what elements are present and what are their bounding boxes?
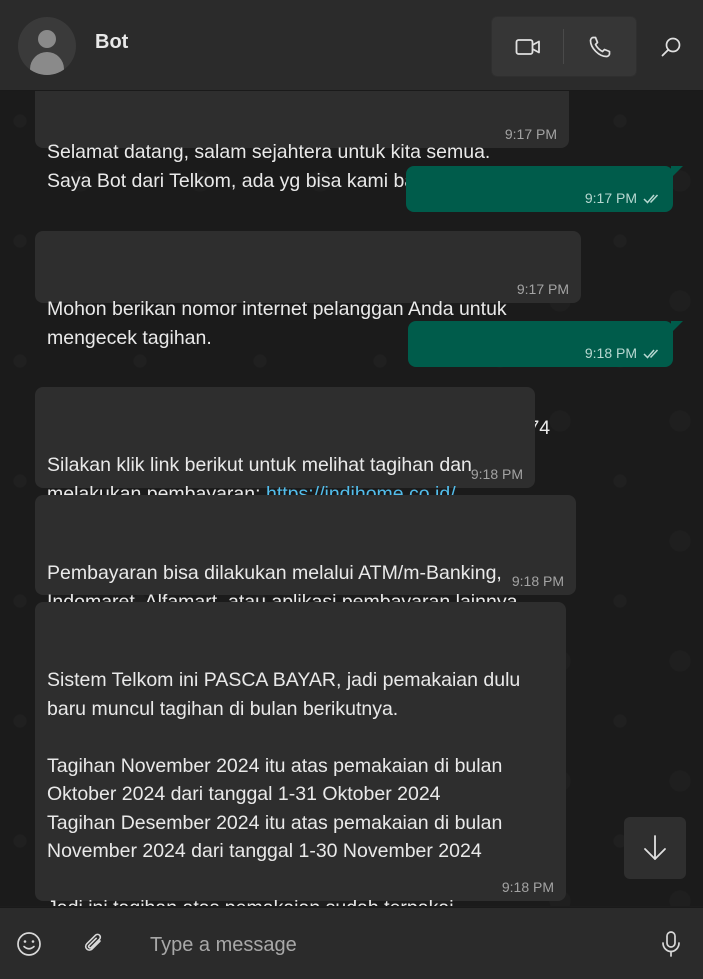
message-meta: 9:17 PM (505, 126, 557, 142)
message-bubble-incoming[interactable]: Selamat datang, salam sejahtera untuk ki… (35, 91, 569, 192)
message-bubble-incoming[interactable]: Pembayaran bisa dilakukan melalui ATM/m-… (35, 495, 576, 641)
bubble-tail (671, 166, 683, 178)
voice-message-button[interactable] (652, 925, 690, 963)
message-time: 9:17 PM (504, 126, 557, 142)
message-meta: 9:18 PM (512, 573, 564, 589)
double-check-icon (643, 348, 659, 359)
emoji-icon (17, 932, 41, 956)
message-time: 9:18 PM (511, 573, 564, 589)
message-list[interactable]: Selamat datang, salam sejahtera untuk ki… (0, 91, 703, 906)
avatar[interactable] (18, 17, 76, 75)
message-meta: 9:17 PM (517, 281, 569, 297)
search-button[interactable] (652, 28, 690, 66)
video-camera-icon (515, 38, 540, 55)
double-check-icon (643, 193, 659, 204)
chat-window: Bot Selamat datang, salam sejahtera untu… (0, 0, 703, 979)
message-bubble-outgoing[interactable]: mau bayar min 9:17 PM (406, 166, 683, 284)
avatar-head-shape (38, 30, 56, 48)
emoji-button[interactable] (10, 925, 48, 963)
message-bubble-incoming[interactable]: Mohon berikan nomor internet pelanggan A… (35, 231, 581, 349)
message-time: 9:18 PM (470, 466, 523, 482)
message-meta: 9:18 PM (471, 466, 523, 482)
message-time: 9:17 PM (516, 281, 569, 297)
microphone-icon (662, 931, 680, 957)
message-meta: 9:18 PM (585, 345, 661, 361)
message-input[interactable] (148, 926, 632, 964)
call-button-group (491, 16, 637, 77)
message-meta: 9:17 PM (585, 190, 661, 206)
attach-button[interactable] (75, 925, 113, 963)
composer-bar (0, 907, 703, 979)
arrow-down-icon (644, 835, 666, 860)
voice-call-button[interactable] (564, 17, 636, 76)
bubble-tail (671, 321, 683, 333)
paperclip-icon (84, 933, 102, 951)
video-call-button[interactable] (492, 17, 564, 76)
chat-header: Bot (0, 0, 703, 91)
message-bubble-incoming[interactable]: Sistem Telkom ini PASCA BAYAR, jadi pema… (35, 602, 566, 906)
message-text: Sistem Telkom ini PASCA BAYAR, jadi pema… (47, 669, 521, 906)
message-time: 9:17 PM (584, 190, 637, 206)
search-icon (661, 37, 681, 57)
message-bubble-outgoing[interactable]: 152401263374 9:18 PM (408, 321, 683, 439)
phone-icon (589, 36, 611, 57)
message-time: 9:18 PM (584, 345, 637, 361)
contact-name[interactable]: Bot (95, 31, 128, 54)
message-bubble-incoming[interactable]: Silakan klik link berikut untuk melihat … (35, 387, 535, 533)
avatar-body-shape (30, 52, 64, 75)
message-time: 9:18 PM (501, 879, 554, 895)
message-meta: 9:18 PM (502, 879, 554, 895)
scroll-to-bottom-button[interactable] (624, 817, 686, 879)
